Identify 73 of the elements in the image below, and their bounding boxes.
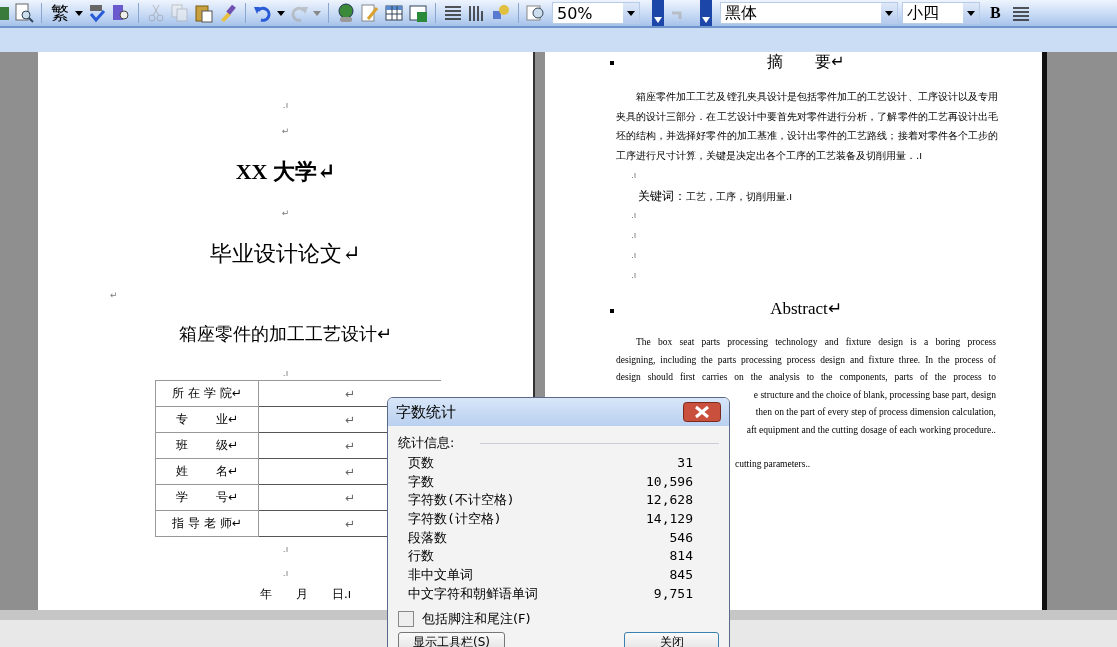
keywords-label: 关键词： bbox=[638, 189, 686, 203]
dialog-button[interactable]: 关闭 bbox=[624, 631, 719, 647]
table-cell: 班 级↵ bbox=[155, 432, 259, 459]
brush-icon[interactable] bbox=[218, 3, 238, 23]
title-text: XX 大学↵ bbox=[235, 159, 336, 184]
paste-icon[interactable] bbox=[194, 3, 214, 23]
paragraph-mark: .ı bbox=[282, 568, 289, 578]
heading-text: 摘 要↵ bbox=[767, 52, 845, 72]
zoom-icon[interactable] bbox=[526, 3, 546, 23]
abstract-paragraph: 箱座零件加工工艺及镗孔夹具设计是包括零件加工的工艺设计、工序设计以及专用夹具的设计三部分．在工艺设计中要首先对零件进行分析，了解零件的工艺再设计出毛坯的结构，并选择好零件的加工基准，设计出零件的工艺路线；接着对零件各个工步的工序进行尺寸计算，关键是决定出各个工序的工艺装备及切削用量．.ı bbox=[616, 90, 998, 163]
paragraph-mark: .ı bbox=[282, 100, 289, 110]
traditional-chinese-button[interactable]: 繁 bbox=[49, 3, 71, 23]
stat-label: 行数 bbox=[408, 547, 434, 566]
close-button[interactable] bbox=[683, 402, 721, 422]
print-preview-icon[interactable] bbox=[14, 3, 34, 23]
font-size-dropdown[interactable]: 小四 bbox=[902, 2, 980, 24]
abstract-line: then on the part of every step of process dimension calculation, bbox=[755, 407, 996, 417]
globe-link-icon[interactable] bbox=[336, 3, 356, 23]
heading-marker-icon bbox=[610, 61, 614, 65]
paragraph-mark: .ı bbox=[631, 230, 637, 240]
stat-value: 9,751 bbox=[653, 584, 693, 603]
abstract-line: e structure and the choice of blank, processing base part, design bbox=[753, 389, 996, 400]
table-cell: 学 号↵ bbox=[155, 484, 259, 511]
keywords-text: cutting parameters.. bbox=[735, 459, 811, 469]
stat-label: 中文字符和朝鲜语单词 bbox=[408, 584, 538, 603]
stat-value: 31 bbox=[677, 454, 693, 472]
paragraph-mark: ↵ bbox=[281, 126, 290, 136]
caret-icon bbox=[967, 10, 975, 16]
bold-button[interactable]: B bbox=[984, 4, 1007, 22]
checkbox-label: 包括脚注和尾注(F) bbox=[422, 609, 531, 628]
stat-value: 14,129 bbox=[646, 510, 693, 529]
paragraph-mark: .ı bbox=[631, 210, 637, 220]
stat-value: 10,596 bbox=[646, 472, 693, 491]
keywords-text: 工艺，工序，切削用量.ı bbox=[686, 191, 792, 202]
caret-icon[interactable] bbox=[75, 10, 83, 16]
caret-icon bbox=[627, 10, 635, 16]
stat-value: 845 bbox=[669, 566, 693, 585]
toolbar-options-icon[interactable] bbox=[652, 0, 664, 26]
title-text: 毕业设计论文↵ bbox=[210, 241, 361, 266]
paragraph-mark: .ı bbox=[282, 368, 289, 378]
table-cell: 姓 名↵ bbox=[155, 458, 259, 485]
spreadsheet-icon[interactable] bbox=[408, 3, 428, 23]
paragraph-mark: .ı bbox=[631, 170, 637, 180]
stat-value: 546 bbox=[669, 528, 693, 547]
paragraph-mark: .ı bbox=[631, 250, 637, 260]
spelling-icon[interactable] bbox=[87, 3, 107, 23]
stat-value: 12,628 bbox=[646, 491, 693, 510]
abstract-line: aft equipment and the cutting dosage of each working procedure.. bbox=[746, 424, 996, 435]
table-icon[interactable] bbox=[384, 3, 404, 23]
heading-text: Abstract↵ bbox=[770, 297, 842, 319]
date-line: 年 月 日.ı bbox=[259, 587, 352, 601]
stat-value: 814 bbox=[669, 547, 693, 566]
paragraph-mark: ↵ bbox=[110, 290, 118, 300]
table-cell: 指 导 老 师↵ bbox=[155, 510, 259, 537]
zoom-dropdown[interactable]: 50% bbox=[552, 2, 640, 24]
abstract-line: The box seat parts processing technology and fixture design is a boring process bbox=[636, 337, 996, 347]
paragraph-mark: .ı bbox=[282, 544, 289, 554]
checkbox[interactable] bbox=[398, 610, 414, 627]
stat-label: 非中文单词 bbox=[408, 566, 473, 585]
toolbar-options-icon[interactable] bbox=[700, 0, 712, 26]
paragraph-mark: ↵ bbox=[281, 208, 290, 218]
caret-icon[interactable] bbox=[277, 10, 285, 16]
heading-marker-icon bbox=[610, 309, 614, 313]
caret-icon bbox=[885, 10, 893, 16]
abstract-line: design should first carries on the analysis to the components, parts of the process to bbox=[616, 372, 996, 382]
subtitle-text: 箱座零件的加工工艺设计↵ bbox=[178, 323, 393, 344]
research-icon[interactable] bbox=[111, 3, 131, 23]
paragraph-mark: .ı bbox=[631, 270, 637, 280]
table-cell: 专 业↵ bbox=[155, 406, 259, 433]
columns-icon[interactable] bbox=[443, 3, 463, 23]
abstract-line: designing, including the parts processing process design and fixture three. In the process of bbox=[616, 354, 996, 365]
font-dropdown[interactable]: 黑体 bbox=[720, 2, 898, 24]
table-cell: 所 在 学 院↵ bbox=[155, 380, 259, 407]
